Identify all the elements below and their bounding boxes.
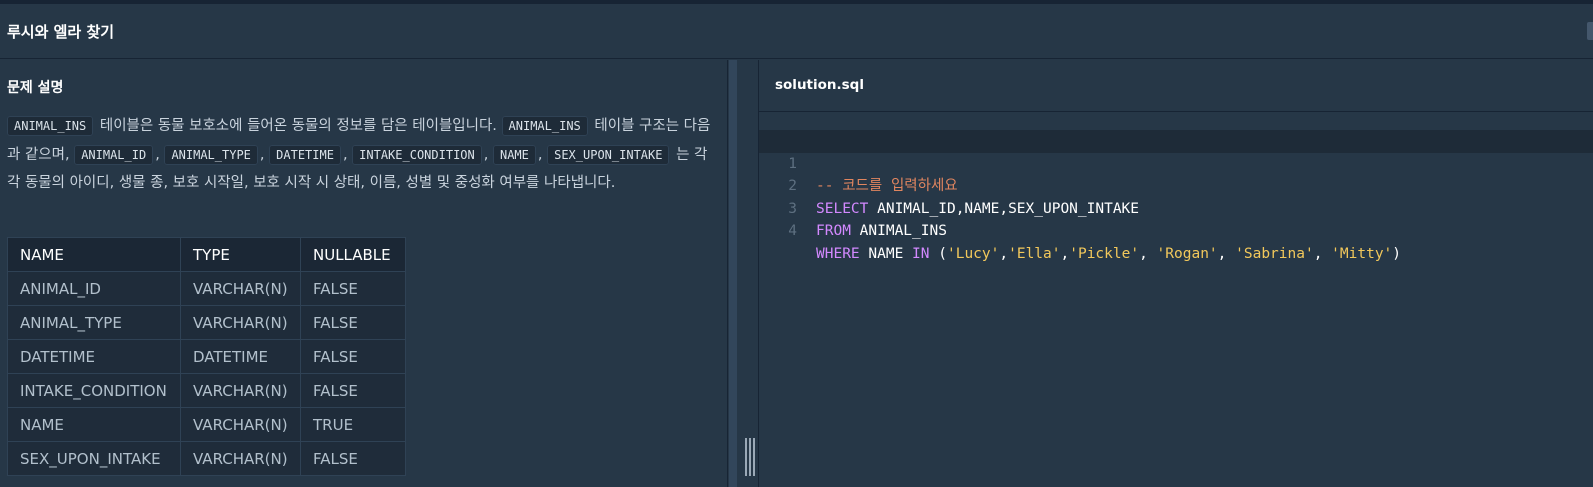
code-text: ) [1392, 245, 1402, 262]
code-keyword: WHERE [816, 245, 860, 262]
cell-type: VARCHAR(N) [180, 305, 301, 340]
table-row: INTAKE_CONDITION VARCHAR(N) FALSE [7, 373, 406, 408]
code-area[interactable]: 1 -- 코드를 입력하세요 2 SELECT ANIMAL_ID,NAME,S… [759, 130, 1593, 262]
drag-handle-icon[interactable] [745, 438, 755, 476]
code-line[interactable]: 1 -- 코드를 입력하세요 [759, 130, 1593, 194]
code-string: 'Lucy' [946, 245, 1000, 262]
cell-name: INTAKE_CONDITION [7, 373, 181, 408]
separator: , [537, 146, 548, 163]
code-line[interactable]: 3 FROM ANIMAL_INS [759, 175, 1593, 240]
code-text: , [1060, 245, 1070, 262]
table-row: DATETIME DATETIME FALSE [7, 339, 406, 374]
column-header-nullable: NULLABLE [300, 237, 406, 272]
code-text: ( [929, 245, 947, 262]
column-header-name: NAME [7, 237, 181, 272]
table-row: SEX_UPON_INTAKE VARCHAR(N) FALSE [7, 441, 406, 476]
code-line[interactable]: 4 WHERE NAME IN ('Lucy','Ella','Pickle',… [759, 198, 1593, 262]
table-row: ANIMAL_TYPE VARCHAR(N) FALSE [7, 305, 406, 340]
cell-nullable: FALSE [300, 271, 406, 306]
title-bar: 루시와 엘라 찾기 [0, 4, 1593, 59]
editor-filename: solution.sql [775, 77, 864, 93]
code-chip: ANIMAL_ID [74, 144, 154, 165]
separator: , [259, 146, 270, 163]
table-row: NAME VARCHAR(N) TRUE [7, 407, 406, 442]
scrollbar-track[interactable] [729, 60, 737, 487]
cell-nullable: FALSE [300, 339, 406, 374]
cell-name: ANIMAL_ID [7, 271, 181, 306]
cell-nullable: TRUE [300, 407, 406, 442]
code-line[interactable]: 2 SELECT ANIMAL_ID,NAME,SEX_UPON_INTAKE [759, 153, 1593, 217]
cell-name: SEX_UPON_INTAKE [7, 441, 181, 476]
separator: , [483, 146, 493, 163]
table-header-row: NAME TYPE NULLABLE [7, 237, 406, 272]
cell-type: VARCHAR(N) [180, 407, 301, 442]
separator: , [342, 146, 353, 163]
cell-type: VARCHAR(N) [180, 373, 301, 408]
code-string: 'Ella' [1008, 245, 1061, 262]
code-string: 'Pickle' [1069, 245, 1140, 262]
line-number: 4 [788, 223, 797, 239]
code-chip: SEX_UPON_INTAKE [547, 144, 670, 165]
code-chip: ANIMAL_INS [7, 116, 94, 136]
code-text: , [1139, 245, 1157, 262]
page-title: 루시와 엘라 찾기 [7, 23, 115, 41]
cell-name: DATETIME [7, 339, 181, 374]
cell-type: DATETIME [180, 339, 301, 374]
code-string: 'Mitty' [1331, 245, 1393, 262]
code-chip: ANIMAL_INS [501, 116, 588, 136]
cell-nullable: FALSE [300, 441, 406, 476]
code-string: 'Sabrina' [1235, 245, 1314, 262]
code-chip: INTAKE_CONDITION [352, 144, 482, 165]
code-text: , [1217, 245, 1236, 262]
section-title: 문제 설명 [7, 80, 64, 96]
description-text: 테이블은 동물 보호소에 들어온 동물의 정보를 담은 테이블입니다. [95, 118, 502, 134]
column-header-type: TYPE [180, 237, 301, 272]
table-row: ANIMAL_ID VARCHAR(N) FALSE [7, 271, 406, 306]
schema-table: NAME TYPE NULLABLE ANIMAL_ID VARCHAR(N) … [7, 237, 406, 476]
problem-description: ANIMAL_INS 테이블은 동물 보호소에 들어온 동물의 정보를 담은 테… [7, 112, 719, 198]
code-keyword: IN [912, 245, 930, 262]
code-chip: NAME [492, 144, 536, 165]
cell-name: NAME [7, 407, 181, 442]
cell-type: VARCHAR(N) [180, 271, 301, 306]
code-chip: ANIMAL_TYPE [164, 144, 258, 165]
code-text: , [1313, 245, 1332, 262]
code-string: 'Rogan' [1156, 245, 1218, 262]
code-text: , [999, 245, 1009, 262]
code-editor[interactable]: solution.sql 1 -- 코드를 입력하세요 2 SELECT ANI… [759, 60, 1593, 487]
problem-panel: 문제 설명 ANIMAL_INS 테이블은 동물 보호소에 들어온 동물의 정보… [0, 60, 727, 487]
scroll-handle[interactable] [1587, 22, 1593, 40]
cell-nullable: FALSE [300, 305, 406, 340]
code-text: NAME [859, 245, 913, 262]
cell-nullable: FALSE [300, 373, 406, 408]
cell-type: VARCHAR(N) [180, 441, 301, 476]
code-chip: DATETIME [269, 144, 341, 165]
cell-name: ANIMAL_TYPE [7, 305, 181, 340]
editor-tab[interactable]: solution.sql [759, 60, 1593, 112]
code-keyword: FROM [816, 223, 851, 239]
panel-splitter[interactable] [727, 60, 759, 487]
code-text: ANIMAL_INS [850, 223, 947, 239]
